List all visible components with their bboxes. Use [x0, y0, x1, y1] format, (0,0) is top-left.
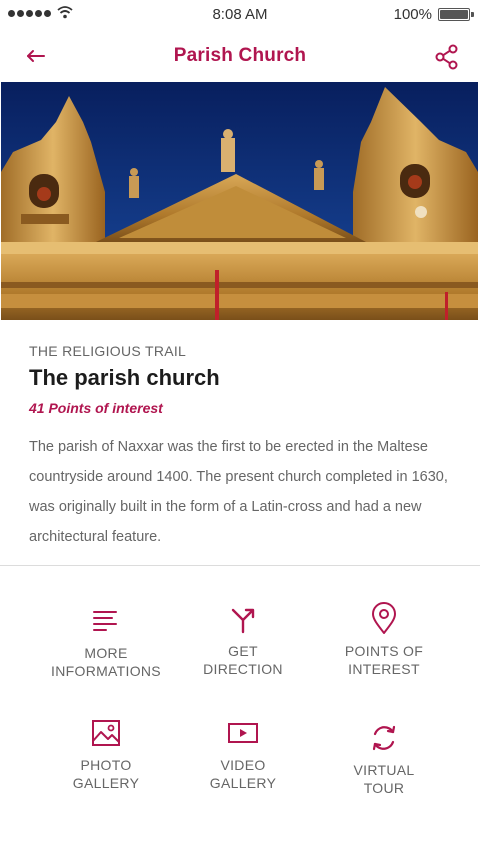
church-hero-image	[1, 82, 478, 320]
video-gallery-label-line1: VIDEO	[220, 757, 266, 773]
route-description: The parish of Naxxar was the first to be…	[29, 439, 448, 545]
get-direction-button[interactable]: GET DIRECTION	[168, 602, 318, 678]
get-direction-label-line2: DIRECTION	[203, 661, 283, 677]
more-informations-label-line1: MORE	[84, 645, 128, 661]
more-informations-button[interactable]: MORE INFORMATIONS	[31, 604, 181, 680]
rotate-icon	[372, 725, 396, 751]
route-title: The parish church	[29, 365, 220, 390]
actions-grid: MORE INFORMATIONS GET DIRECTION POINTS O…	[0, 566, 480, 852]
points-of-interest-button[interactable]: POINTS OF INTEREST	[309, 602, 459, 678]
get-direction-label-line1: GET	[228, 643, 258, 659]
virtual-tour-label-line1: VIRTUAL	[353, 762, 415, 778]
trail-category: THE RELIGIOUS TRAIL	[29, 343, 187, 359]
photo-gallery-button[interactable]: PHOTO GALLERY	[31, 716, 181, 792]
status-bar: 8:08 AM 100%	[0, 0, 480, 30]
battery-icon	[438, 8, 470, 21]
image-icon	[92, 720, 120, 746]
points-of-interest-label-line1: POINTS OF	[344, 643, 424, 659]
points-count: 41 Points of interest	[29, 400, 163, 416]
photo-gallery-label-line1: PHOTO	[80, 757, 132, 773]
video-gallery-button[interactable]: VIDEO GALLERY	[168, 716, 318, 792]
points-of-interest-label-line2: INTEREST	[348, 661, 420, 677]
battery-percentage: 100%	[393, 6, 432, 23]
map-pin-icon	[372, 602, 396, 634]
video-icon	[228, 723, 258, 743]
more-informations-label-line2: INFORMATIONS	[51, 663, 161, 679]
photo-gallery-label-line2: GALLERY	[72, 775, 140, 791]
direction-icon	[231, 608, 255, 634]
video-gallery-label-line2: GALLERY	[209, 775, 277, 791]
lines-icon	[93, 611, 117, 631]
navigation-bar: Parish Church	[0, 30, 480, 82]
share-icon[interactable]	[434, 44, 460, 70]
virtual-tour-button[interactable]: VIRTUAL TOUR	[309, 721, 459, 797]
virtual-tour-label-line2: TOUR	[363, 780, 405, 796]
page-title: Parish Church	[173, 45, 307, 66]
route-info: THE RELIGIOUS TRAIL The parish church 41…	[29, 343, 454, 552]
